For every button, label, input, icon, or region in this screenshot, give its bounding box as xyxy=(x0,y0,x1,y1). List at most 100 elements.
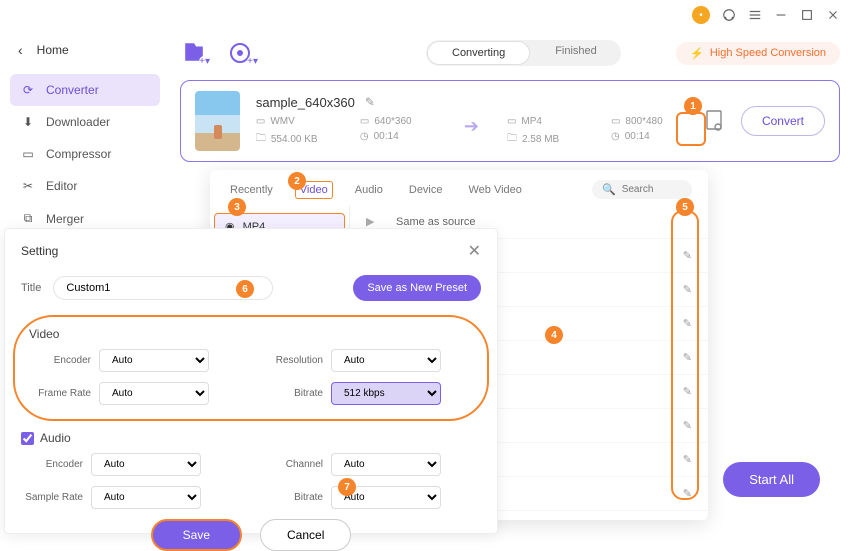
audio-label-text: Audio xyxy=(40,431,71,445)
tab-recently[interactable]: Recently xyxy=(226,182,277,198)
audio-encoder-select[interactable]: Auto xyxy=(91,453,201,476)
save-button[interactable]: Save xyxy=(151,519,242,551)
video-bitrate-select[interactable]: 512 kbps xyxy=(331,382,441,405)
video-section-label: Video xyxy=(29,327,473,341)
sidebar-item-label: Editor xyxy=(46,179,77,193)
video-encoder-select[interactable]: Auto xyxy=(99,349,209,372)
back-icon[interactable]: ‹ xyxy=(18,42,23,58)
start-all-button[interactable]: Start All xyxy=(723,462,820,497)
lightning-icon: ⚡ xyxy=(690,47,704,60)
tab-webvideo[interactable]: Web Video xyxy=(465,182,526,198)
audio-samplerate-select[interactable]: Auto xyxy=(91,486,201,509)
converter-icon: ⟳ xyxy=(20,83,36,97)
play-icon: ▶ xyxy=(366,215,386,228)
plus-icon: +▾ xyxy=(247,56,258,67)
tab-audio[interactable]: Audio xyxy=(351,182,387,198)
badge-5: 5 xyxy=(676,198,694,216)
video-resolution-select[interactable]: Auto xyxy=(331,349,441,372)
step1-highlight xyxy=(676,112,706,146)
convert-button[interactable]: Convert xyxy=(741,106,825,136)
format-search[interactable]: 🔍 xyxy=(592,180,692,199)
high-speed-toggle[interactable]: ⚡ High Speed Conversion xyxy=(676,42,840,65)
tab-device[interactable]: Device xyxy=(405,182,447,198)
merger-icon: ⧉ xyxy=(20,211,36,226)
add-dvd-icon[interactable]: +▾ xyxy=(228,41,256,65)
home-label: Home xyxy=(37,43,69,57)
badge-1: 1 xyxy=(684,97,702,115)
title-label: Title xyxy=(21,282,41,294)
video-framerate-select[interactable]: Auto xyxy=(99,382,209,405)
close-icon[interactable]: ✕ xyxy=(468,241,481,261)
encoder-label: Encoder xyxy=(21,459,83,470)
video-thumbnail[interactable] xyxy=(195,91,240,151)
search-input[interactable] xyxy=(622,184,676,195)
bitrate-label: Bitrate xyxy=(261,492,323,503)
res-icon: ▭ xyxy=(360,116,369,127)
audio-section-label: Audio xyxy=(21,431,481,445)
compressor-icon: ▭ xyxy=(20,147,36,161)
seg-finished[interactable]: Finished xyxy=(531,40,621,66)
sidebar-item-editor[interactable]: ✂ Editor xyxy=(10,170,160,202)
minimize-icon[interactable] xyxy=(774,8,788,22)
video-section-highlight: Video Encoder Auto Resolution Auto Frame R… xyxy=(13,315,489,421)
segment-control: Converting Finished xyxy=(426,40,621,66)
close-icon[interactable] xyxy=(826,8,840,22)
support-icon[interactable] xyxy=(722,8,736,22)
setting-panel: Setting ✕ Title Save as New Preset Video… xyxy=(4,228,498,534)
sidebar-item-label: Converter xyxy=(46,83,99,97)
save-preset-button[interactable]: Save as New Preset xyxy=(353,275,481,301)
sidebar-item-compressor[interactable]: ▭ Compressor xyxy=(10,138,160,170)
res-header-label: Same as source xyxy=(396,216,475,228)
format-settings-icon[interactable] xyxy=(703,109,725,133)
sidebar-item-label: Merger xyxy=(46,212,84,226)
audio-channel-select[interactable]: Auto xyxy=(331,453,441,476)
plus-icon: +▾ xyxy=(199,56,210,67)
src-res: 640*360 xyxy=(374,116,411,127)
edit-title-icon[interactable]: ✎ xyxy=(365,95,375,109)
step5-highlight xyxy=(671,210,699,500)
dst-size: 2.58 MB xyxy=(522,134,559,145)
sidebar-item-label: Downloader xyxy=(46,115,110,129)
maximize-icon[interactable] xyxy=(800,8,814,22)
sidebar-item-downloader[interactable]: ⬇ Downloader xyxy=(10,106,160,138)
titlebar: • xyxy=(0,0,850,30)
video-icon: ▭ xyxy=(256,116,265,127)
toolbar: +▾ +▾ Converting Finished ⚡ High Speed C… xyxy=(180,40,840,66)
badge-6: 6 xyxy=(236,280,254,298)
res-icon: ▭ xyxy=(611,116,620,127)
dst-format: MP4 xyxy=(521,116,542,127)
sidebar-item-converter[interactable]: ⟳ Converter xyxy=(10,74,160,106)
sidebar-item-label: Compressor xyxy=(46,147,111,161)
encoder-label: Encoder xyxy=(29,355,91,366)
file-info: sample_640x360 ✎ ▭WMV 🗀554.00 KB ▭640*36… xyxy=(256,95,687,148)
bitrate-label: Bitrate xyxy=(261,388,323,399)
seg-converting[interactable]: Converting xyxy=(427,41,530,65)
dst-dur: 00:14 xyxy=(625,131,650,142)
framerate-label: Frame Rate xyxy=(29,388,91,399)
badge-7: 7 xyxy=(338,478,356,496)
cancel-button[interactable]: Cancel xyxy=(260,519,351,551)
format-tabs: Recently Video Audio Device Web Video 🔍 xyxy=(210,170,708,205)
src-dur: 00:14 xyxy=(374,131,399,142)
menu-icon[interactable] xyxy=(748,8,762,22)
home-row[interactable]: ‹ Home xyxy=(10,36,160,64)
avatar-initial: • xyxy=(699,10,703,21)
main: +▾ +▾ Converting Finished ⚡ High Speed C… xyxy=(180,40,840,162)
video-icon: ▭ xyxy=(507,116,516,127)
badge-2: 2 xyxy=(288,172,306,190)
setting-title: Setting xyxy=(21,244,58,258)
samplerate-label: Sample Rate xyxy=(21,492,83,503)
arrow-icon: ➔ xyxy=(464,116,479,148)
hsc-label: High Speed Conversion xyxy=(710,47,826,59)
downloader-icon: ⬇ xyxy=(20,115,36,129)
audio-checkbox[interactable] xyxy=(21,432,34,445)
folder-icon: 🗀 xyxy=(256,131,266,148)
dst-res: 800*480 xyxy=(625,116,662,127)
search-icon: 🔍 xyxy=(602,183,616,196)
clock-icon: ◷ xyxy=(360,131,369,142)
add-file-icon[interactable]: +▾ xyxy=(180,41,208,65)
avatar[interactable]: • xyxy=(692,6,710,24)
resolution-label: Resolution xyxy=(261,355,323,366)
file-title: sample_640x360 xyxy=(256,95,355,110)
badge-3: 3 xyxy=(228,198,246,216)
